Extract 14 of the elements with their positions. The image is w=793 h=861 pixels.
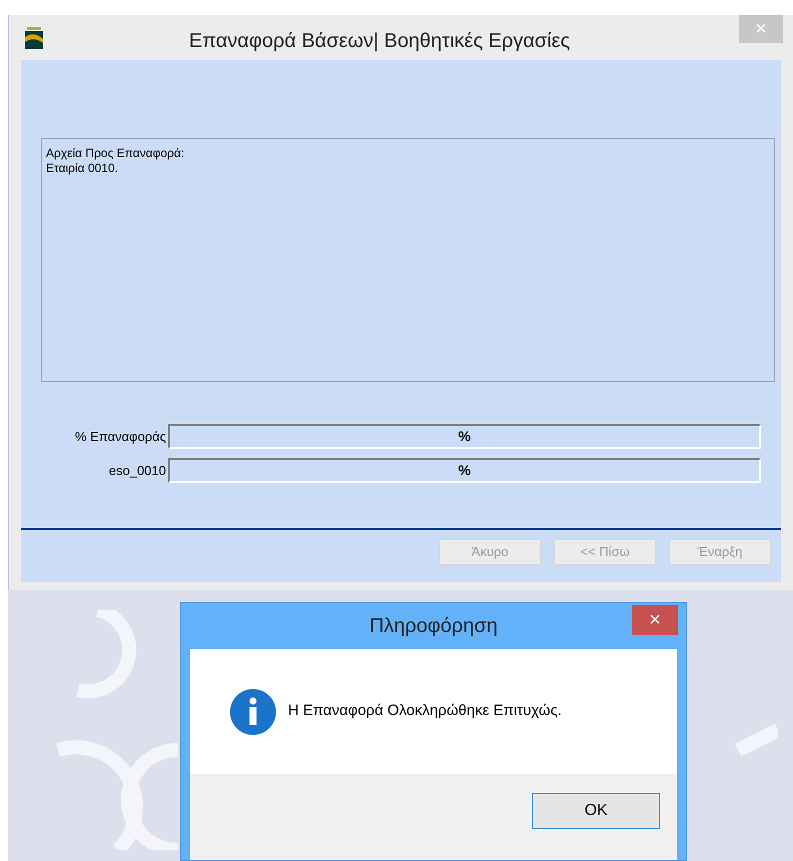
progress-label: % Επαναφοράς xyxy=(74,428,166,446)
dialog-title: Πληροφόρηση xyxy=(369,614,498,639)
window-title: Επαναφορά Βάσεων| Βοηθητικές Εργασίες xyxy=(189,29,570,54)
files-line: Αρχεία Προς Επαναφορά: xyxy=(46,146,186,161)
close-button[interactable]: × xyxy=(739,15,783,43)
close-button[interactable]: × xyxy=(632,605,678,635)
files-line: Εταιρία 0010. xyxy=(46,161,119,176)
dialog-message: Η Επαναφορά Ολοκληρώθηκε Επιτυχώς. xyxy=(288,701,562,722)
info-icon xyxy=(230,688,276,734)
progress-reading: % xyxy=(458,461,471,480)
progress-label: eso_0010 xyxy=(108,462,166,480)
app-logo-icon xyxy=(25,26,43,48)
progress-reading: % xyxy=(458,427,471,446)
ok-button[interactable]: OK xyxy=(532,793,660,829)
